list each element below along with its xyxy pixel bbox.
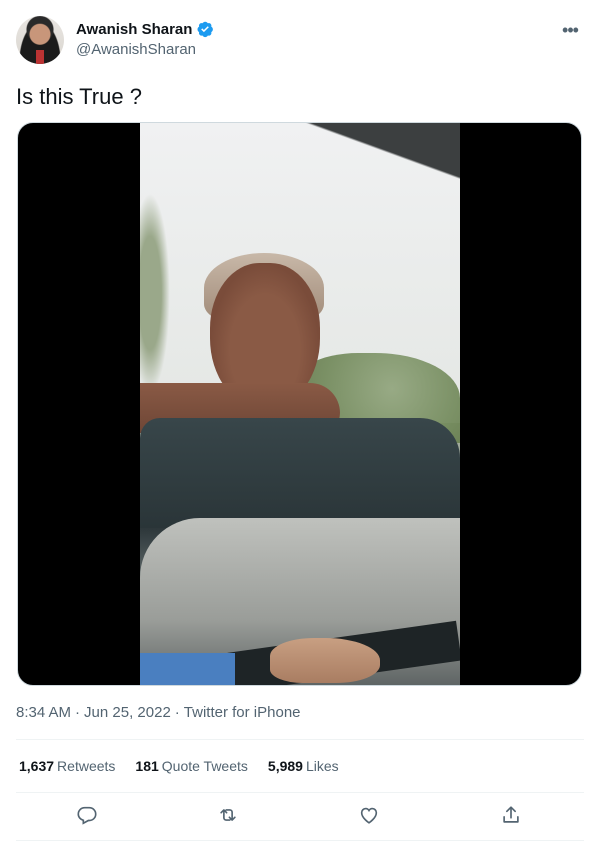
retweets-count: 1,637 bbox=[19, 758, 55, 774]
tweet-header: Awanish Sharan @AwanishSharan ••• bbox=[16, 12, 584, 68]
reply-icon bbox=[77, 806, 97, 825]
tweet-meta: 8:34 AM · Jun 25, 2022 · Twitter for iPh… bbox=[16, 704, 301, 721]
tweet-source[interactable]: Twitter for iPhone bbox=[184, 704, 301, 721]
more-options-button[interactable]: ••• bbox=[560, 20, 580, 40]
divider bbox=[16, 792, 584, 793]
quote-tweets-count: 181 bbox=[135, 758, 159, 774]
share-icon bbox=[503, 806, 519, 823]
retweet-button[interactable] bbox=[217, 804, 241, 828]
author-handle[interactable]: @AwanishSharan bbox=[76, 41, 196, 58]
more-dots-icon: ••• bbox=[562, 20, 579, 40]
retweet-icon bbox=[220, 809, 236, 821]
author-name-row[interactable]: Awanish Sharan bbox=[76, 20, 214, 38]
tweet-actions bbox=[16, 800, 584, 832]
reply-button[interactable] bbox=[76, 804, 100, 828]
quote-tweets-stat[interactable]: 181 Quote Tweets bbox=[135, 758, 248, 774]
video-frame bbox=[140, 123, 460, 685]
likes-label: Likes bbox=[305, 758, 339, 774]
retweets-label: Retweets bbox=[57, 758, 116, 774]
tweet-text: Is this True ? bbox=[16, 84, 142, 109]
quote-tweets-label: Quote Tweets bbox=[161, 758, 248, 774]
verified-badge-icon bbox=[196, 20, 214, 38]
author-name[interactable]: Awanish Sharan bbox=[76, 21, 192, 38]
tweet-stats: 1,637 Retweets 181 Quote Tweets 5,989 Likes bbox=[19, 758, 339, 774]
video-hand bbox=[270, 638, 380, 683]
meta-separator: · bbox=[75, 704, 81, 721]
video-tree-left bbox=[140, 193, 170, 393]
video-sleeve bbox=[140, 653, 235, 685]
like-icon bbox=[360, 807, 378, 824]
retweets-stat[interactable]: 1,637 Retweets bbox=[19, 758, 115, 774]
divider bbox=[16, 739, 584, 740]
share-button[interactable] bbox=[500, 804, 524, 828]
tweet-date[interactable]: Jun 25, 2022 bbox=[84, 704, 171, 721]
likes-stat[interactable]: 5,989 Likes bbox=[268, 758, 339, 774]
likes-count: 5,989 bbox=[267, 758, 303, 774]
tweet-time[interactable]: 8:34 AM bbox=[16, 704, 71, 721]
video-window-edge bbox=[140, 123, 460, 223]
like-button[interactable] bbox=[358, 804, 382, 828]
avatar-detail bbox=[36, 50, 44, 64]
tweet-video[interactable] bbox=[17, 122, 582, 686]
avatar[interactable] bbox=[16, 16, 64, 64]
tweet: Awanish Sharan @AwanishSharan ••• Is thi… bbox=[0, 0, 600, 841]
meta-separator: · bbox=[174, 704, 180, 721]
video-car-window-sill bbox=[140, 418, 460, 528]
